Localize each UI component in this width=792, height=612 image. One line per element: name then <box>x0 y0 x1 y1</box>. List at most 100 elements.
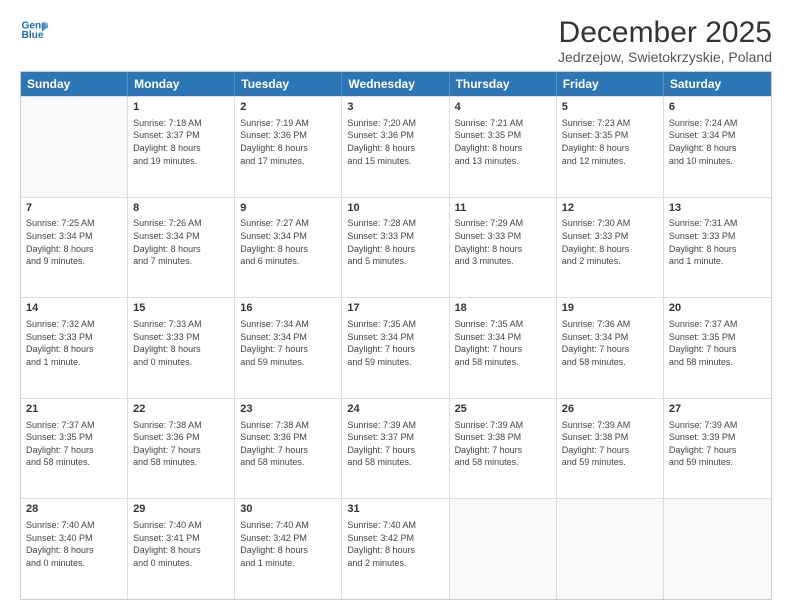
title-block: December 2025 Jedrzejow, Swietokrzyskie,… <box>558 16 772 65</box>
cell-info: Sunrise: 7:23 AM Sunset: 3:35 PM Dayligh… <box>562 117 658 167</box>
day-number: 3 <box>347 100 443 115</box>
cell-info: Sunrise: 7:38 AM Sunset: 3:36 PM Dayligh… <box>133 419 229 469</box>
cell-info: Sunrise: 7:35 AM Sunset: 3:34 PM Dayligh… <box>455 318 551 368</box>
cell-info: Sunrise: 7:39 AM Sunset: 3:39 PM Dayligh… <box>669 419 766 469</box>
cell-info: Sunrise: 7:39 AM Sunset: 3:38 PM Dayligh… <box>562 419 658 469</box>
day-number: 25 <box>455 402 551 417</box>
day-number: 15 <box>133 301 229 316</box>
calendar: SundayMondayTuesdayWednesdayThursdayFrid… <box>20 71 772 600</box>
cell-info: Sunrise: 7:25 AM Sunset: 3:34 PM Dayligh… <box>26 217 122 267</box>
calendar-cell: 8Sunrise: 7:26 AM Sunset: 3:34 PM Daylig… <box>128 198 235 298</box>
cell-info: Sunrise: 7:30 AM Sunset: 3:33 PM Dayligh… <box>562 217 658 267</box>
page: General Blue December 2025 Jedrzejow, Sw… <box>0 0 792 612</box>
cell-info: Sunrise: 7:27 AM Sunset: 3:34 PM Dayligh… <box>240 217 336 267</box>
day-number: 31 <box>347 502 443 517</box>
calendar-header-cell: Thursday <box>450 72 557 96</box>
cell-info: Sunrise: 7:38 AM Sunset: 3:36 PM Dayligh… <box>240 419 336 469</box>
calendar-header-cell: Wednesday <box>342 72 449 96</box>
calendar-cell: 16 Sunrise: 7:34 AM Sunset: 3:34 PM Dayli… <box>235 298 342 398</box>
calendar-cell: 17Sunrise: 7:35 AM Sunset: 3:34 PM Dayli… <box>342 298 449 398</box>
day-number: 10 <box>347 201 443 216</box>
logo-icon: General Blue <box>20 16 48 44</box>
day-number: 14 <box>26 301 122 316</box>
calendar-cell: 28 Sunrise: 7:40 AM Sunset: 3:40 PM Dayli… <box>21 499 128 599</box>
cell-info: Sunrise: 7:39 AM Sunset: 3:38 PM Dayligh… <box>455 419 551 469</box>
cell-info: Sunrise: 7:36 AM Sunset: 3:34 PM Dayligh… <box>562 318 658 368</box>
day-number: 12 <box>562 201 658 216</box>
calendar-cell: 14 Sunrise: 7:32 AM Sunset: 3:33 PM Dayli… <box>21 298 128 398</box>
day-number: 4 <box>455 100 551 115</box>
calendar-cell: 12Sunrise: 7:30 AM Sunset: 3:33 PM Dayli… <box>557 198 664 298</box>
day-number: 29 <box>133 502 229 517</box>
day-number: 22 <box>133 402 229 417</box>
logo: General Blue <box>20 16 48 44</box>
calendar-cell <box>450 499 557 599</box>
cell-info: Sunrise: 7:24 AM Sunset: 3:34 PM Dayligh… <box>669 117 766 167</box>
cell-info: Sunrise: 7:37 AM Sunset: 3:35 PM Dayligh… <box>26 419 122 469</box>
day-number: 30 <box>240 502 336 517</box>
cell-info: Sunrise: 7:35 AM Sunset: 3:34 PM Dayligh… <box>347 318 443 368</box>
calendar-cell: 23 Sunrise: 7:38 AM Sunset: 3:36 PM Dayli… <box>235 399 342 499</box>
calendar-cell: 22 Sunrise: 7:38 AM Sunset: 3:36 PM Dayli… <box>128 399 235 499</box>
cell-info: Sunrise: 7:18 AM Sunset: 3:37 PM Dayligh… <box>133 117 229 167</box>
cell-info: Sunrise: 7:28 AM Sunset: 3:33 PM Dayligh… <box>347 217 443 267</box>
calendar-cell: 20 Sunrise: 7:37 AM Sunset: 3:35 PM Dayli… <box>664 298 771 398</box>
calendar-cell: 18 Sunrise: 7:35 AM Sunset: 3:34 PM Dayli… <box>450 298 557 398</box>
day-number: 28 <box>26 502 122 517</box>
calendar-cell: 6Sunrise: 7:24 AM Sunset: 3:34 PM Daylig… <box>664 97 771 197</box>
calendar-cell <box>557 499 664 599</box>
subtitle: Jedrzejow, Swietokrzyskie, Poland <box>558 49 772 65</box>
cell-info: Sunrise: 7:34 AM Sunset: 3:34 PM Dayligh… <box>240 318 336 368</box>
calendar-row: 21Sunrise: 7:37 AM Sunset: 3:35 PM Dayli… <box>21 398 771 499</box>
calendar-cell: 25 Sunrise: 7:39 AM Sunset: 3:38 PM Dayli… <box>450 399 557 499</box>
calendar-cell: 26Sunrise: 7:39 AM Sunset: 3:38 PM Dayli… <box>557 399 664 499</box>
calendar-body: 1Sunrise: 7:18 AM Sunset: 3:37 PM Daylig… <box>21 96 771 599</box>
calendar-cell <box>664 499 771 599</box>
calendar-cell: 27 Sunrise: 7:39 AM Sunset: 3:39 PM Dayli… <box>664 399 771 499</box>
calendar-cell <box>21 97 128 197</box>
cell-info: Sunrise: 7:26 AM Sunset: 3:34 PM Dayligh… <box>133 217 229 267</box>
day-number: 23 <box>240 402 336 417</box>
day-number: 16 <box>240 301 336 316</box>
calendar-row: 14 Sunrise: 7:32 AM Sunset: 3:33 PM Dayli… <box>21 297 771 398</box>
cell-info: Sunrise: 7:37 AM Sunset: 3:35 PM Dayligh… <box>669 318 766 368</box>
day-number: 18 <box>455 301 551 316</box>
day-number: 5 <box>562 100 658 115</box>
calendar-cell: 7Sunrise: 7:25 AM Sunset: 3:34 PM Daylig… <box>21 198 128 298</box>
day-number: 24 <box>347 402 443 417</box>
cell-info: Sunrise: 7:40 AM Sunset: 3:42 PM Dayligh… <box>240 519 336 569</box>
cell-info: Sunrise: 7:31 AM Sunset: 3:33 PM Dayligh… <box>669 217 766 267</box>
calendar-cell: 24 Sunrise: 7:39 AM Sunset: 3:37 PM Dayli… <box>342 399 449 499</box>
calendar-cell: 29 Sunrise: 7:40 AM Sunset: 3:41 PM Dayli… <box>128 499 235 599</box>
day-number: 20 <box>669 301 766 316</box>
calendar-cell: 19 Sunrise: 7:36 AM Sunset: 3:34 PM Dayli… <box>557 298 664 398</box>
calendar-header-cell: Monday <box>128 72 235 96</box>
day-number: 7 <box>26 201 122 216</box>
day-number: 2 <box>240 100 336 115</box>
calendar-row: 1Sunrise: 7:18 AM Sunset: 3:37 PM Daylig… <box>21 96 771 197</box>
cell-info: Sunrise: 7:21 AM Sunset: 3:35 PM Dayligh… <box>455 117 551 167</box>
cell-info: Sunrise: 7:29 AM Sunset: 3:33 PM Dayligh… <box>455 217 551 267</box>
calendar-cell: 15 Sunrise: 7:33 AM Sunset: 3:33 PM Dayli… <box>128 298 235 398</box>
cell-info: Sunrise: 7:40 AM Sunset: 3:40 PM Dayligh… <box>26 519 122 569</box>
day-number: 27 <box>669 402 766 417</box>
day-number: 13 <box>669 201 766 216</box>
calendar-cell: 30 Sunrise: 7:40 AM Sunset: 3:42 PM Dayli… <box>235 499 342 599</box>
cell-info: Sunrise: 7:20 AM Sunset: 3:36 PM Dayligh… <box>347 117 443 167</box>
calendar-cell: 31Sunrise: 7:40 AM Sunset: 3:42 PM Dayli… <box>342 499 449 599</box>
main-title: December 2025 <box>558 16 772 49</box>
cell-info: Sunrise: 7:33 AM Sunset: 3:33 PM Dayligh… <box>133 318 229 368</box>
calendar-cell: 11Sunrise: 7:29 AM Sunset: 3:33 PM Dayli… <box>450 198 557 298</box>
calendar-cell: 3 Sunrise: 7:20 AM Sunset: 3:36 PM Daylig… <box>342 97 449 197</box>
calendar-cell: 13Sunrise: 7:31 AM Sunset: 3:33 PM Dayli… <box>664 198 771 298</box>
cell-info: Sunrise: 7:39 AM Sunset: 3:37 PM Dayligh… <box>347 419 443 469</box>
calendar-row: 28 Sunrise: 7:40 AM Sunset: 3:40 PM Dayli… <box>21 498 771 599</box>
svg-text:Blue: Blue <box>22 30 44 41</box>
calendar-header-cell: Sunday <box>21 72 128 96</box>
calendar-header-cell: Saturday <box>664 72 771 96</box>
header: General Blue December 2025 Jedrzejow, Sw… <box>20 16 772 65</box>
cell-info: Sunrise: 7:32 AM Sunset: 3:33 PM Dayligh… <box>26 318 122 368</box>
calendar-cell: 2Sunrise: 7:19 AM Sunset: 3:36 PM Daylig… <box>235 97 342 197</box>
cell-info: Sunrise: 7:40 AM Sunset: 3:41 PM Dayligh… <box>133 519 229 569</box>
day-number: 19 <box>562 301 658 316</box>
